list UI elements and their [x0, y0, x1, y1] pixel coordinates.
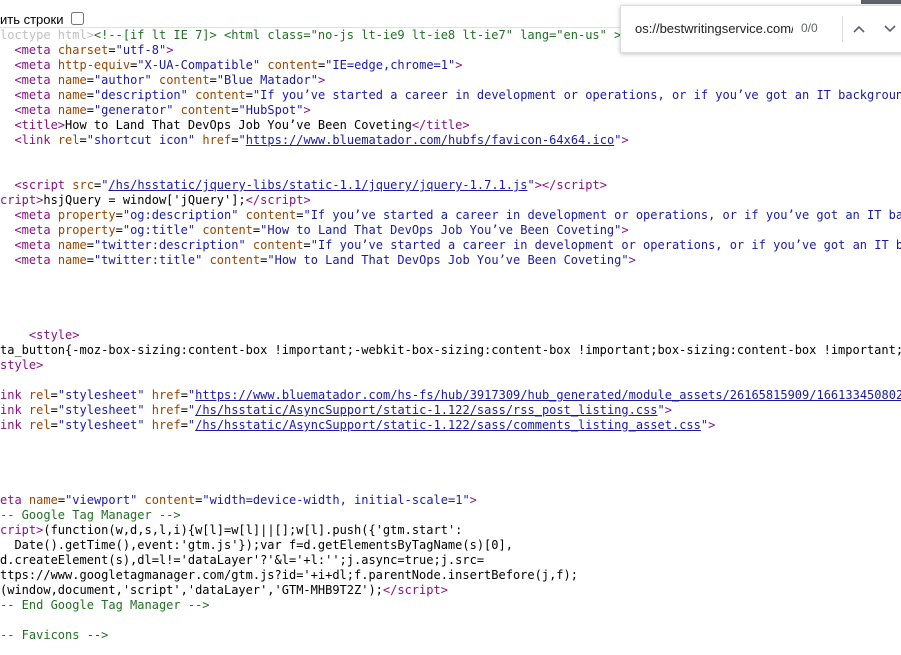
- source-line: ink rel="stylesheet" href="/hs/hsstatic/…: [0, 403, 672, 417]
- source-line: -- Google Tag Manager -->: [0, 508, 181, 522]
- source-line: style>: [0, 358, 44, 372]
- source-line: <meta name="generator" content="HubSpot"…: [14, 103, 311, 117]
- find-previous-button[interactable]: [848, 18, 870, 40]
- source-line: cript>hsjQuery = window['jQuery'];</scri…: [0, 193, 311, 207]
- source-line: <meta name="twitter:description" content…: [14, 238, 901, 252]
- source-line: <meta property="og:title" content="How t…: [14, 223, 629, 237]
- source-line: cript>(function(w,d,s,l,i){w[l]=w[l]||[]…: [0, 523, 463, 537]
- source-line: ta_button{-moz-box-sizing:content-box !i…: [0, 343, 901, 357]
- source-line: <meta name="description" content="If you…: [14, 88, 901, 102]
- source-line: -- End Google Tag Manager -->: [0, 598, 210, 612]
- source-line: <meta property="og:description" content=…: [14, 208, 901, 222]
- source-line: -- Favicons -->: [0, 628, 109, 642]
- source-line: <meta http-equiv="X-UA-Compatible" conte…: [14, 58, 463, 72]
- source-code-view: loctype html><!--[if lt IE 7]> <html cla…: [0, 28, 901, 655]
- find-bar: 0/0: [620, 5, 901, 53]
- source-line: ttps://www.googletagmanager.com/gtm.js?i…: [0, 568, 578, 582]
- source-line: <link rel="shortcut icon" href="https://…: [14, 133, 629, 147]
- source-line: <script src="/hs/hsstatic/jquery-libs/st…: [14, 178, 607, 192]
- source-line: <style>: [28, 328, 80, 342]
- source-line: <meta charset="utf-8">: [14, 43, 174, 57]
- source-line: loctype html><!--[if lt IE 7]> <html cla…: [0, 28, 636, 42]
- find-separator: [842, 16, 843, 42]
- window-edge: [861, 0, 901, 4]
- source-line: <meta name="author" content="Blue Matado…: [14, 73, 326, 87]
- source-line: ink rel="stylesheet" href="/hs/hsstatic/…: [0, 418, 716, 432]
- source-line: eta name="viewport" content="width=devic…: [0, 493, 477, 507]
- source-line: d.createElement(s),dl=l!='dataLayer'?'&l…: [0, 553, 485, 567]
- chevron-up-icon: [853, 25, 865, 33]
- source-line: <title>How to Land That DevOps Job You’v…: [14, 118, 470, 132]
- source-line: (window,document,'script','dataLayer','G…: [0, 583, 448, 597]
- find-input[interactable]: [635, 18, 793, 38]
- find-match-count: 0/0: [801, 21, 818, 35]
- line-wrap-label: ить строки: [0, 12, 64, 27]
- chevron-down-icon: [884, 25, 896, 33]
- source-line: Date().getTime(),event:'gtm.js'});var f=…: [0, 538, 513, 552]
- line-wrap-checkbox[interactable]: [71, 12, 84, 25]
- find-next-button[interactable]: [879, 18, 901, 40]
- source-line: <meta name="twitter:title" content="How …: [14, 253, 636, 267]
- source-line: ink rel="stylesheet" href="https://www.b…: [0, 388, 901, 402]
